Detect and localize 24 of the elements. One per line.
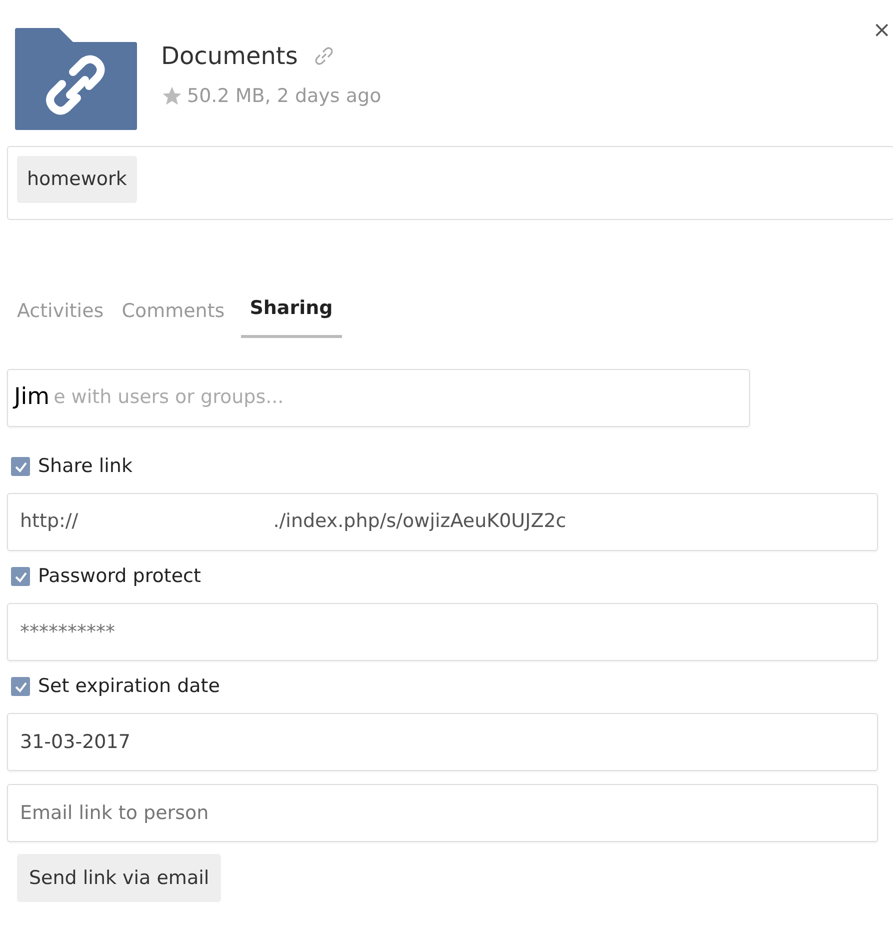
checkmark-icon bbox=[14, 680, 28, 694]
checkmark-icon bbox=[14, 460, 28, 474]
checkbox-label: Set expiration date bbox=[38, 674, 220, 700]
share-field[interactable]: Jim e with users or groups... bbox=[7, 368, 750, 426]
folder-name: Documents bbox=[161, 41, 298, 72]
checkbox-label: Share link bbox=[38, 454, 132, 480]
email-field[interactable]: Email link to person bbox=[7, 784, 878, 842]
expiration-date-field[interactable]: 31-03-2017 bbox=[7, 712, 878, 770]
tab[interactable]: Sharing bbox=[240, 288, 342, 338]
tags-field[interactable]: homework bbox=[7, 146, 893, 220]
close-button[interactable]: × bbox=[868, 14, 891, 47]
file-size-and-date: 50.2 MB, 2 days ago bbox=[187, 84, 382, 109]
send-email-button[interactable]: Send link via email bbox=[17, 854, 222, 902]
checkbox[interactable] bbox=[11, 677, 30, 696]
checkbox[interactable] bbox=[11, 457, 30, 476]
password-field[interactable]: ********** bbox=[7, 602, 878, 660]
checkbox-label: Password protect bbox=[38, 564, 201, 590]
share-link-field[interactable]: http:// ./index.php/s/owjizAeuK0UJZ2c bbox=[7, 492, 878, 550]
link-icon[interactable] bbox=[314, 46, 334, 66]
shared-folder-icon bbox=[15, 28, 137, 130]
tag[interactable]: homework bbox=[17, 156, 137, 202]
checkmark-icon bbox=[14, 570, 28, 584]
checkbox[interactable] bbox=[11, 567, 30, 586]
star-icon[interactable] bbox=[161, 85, 183, 108]
